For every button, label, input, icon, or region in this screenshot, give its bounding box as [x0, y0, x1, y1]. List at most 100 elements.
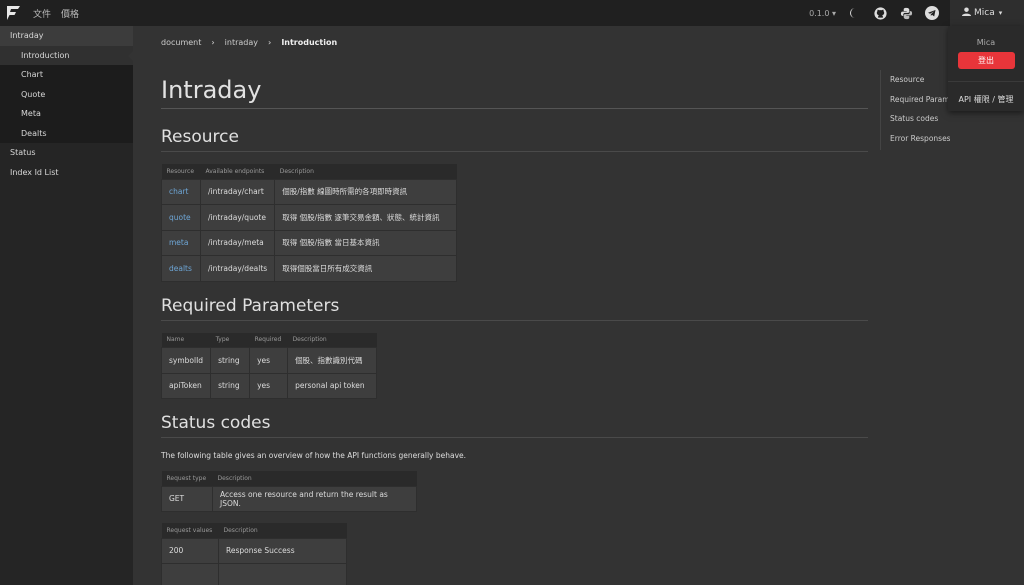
user-menu-toggle[interactable]: Mica ▾ [950, 0, 1024, 26]
column-header: Name [161, 332, 211, 348]
divider [161, 319, 868, 321]
column-header: Description [212, 471, 417, 486]
table-cell: /intraday/dealts [199, 255, 276, 282]
breadcrumb: document › intraday › Introduction [161, 37, 337, 47]
section-resource-heading: Resource [161, 127, 239, 147]
breadcrumb-intraday[interactable]: intraday [225, 38, 258, 47]
table-cell: Response Success [218, 537, 347, 564]
column-header: Request values [161, 523, 219, 538]
top-navbar: 文件 價格 0.1.0 ▾ Mica ▾ [0, 0, 1024, 26]
logo-icon[interactable] [5, 4, 23, 22]
breadcrumb-current: Introduction [281, 37, 338, 47]
toc-item-resource[interactable]: Resource [881, 70, 950, 90]
table-cell [218, 563, 347, 585]
toc-item-error-responses[interactable]: Error Responses [881, 129, 950, 149]
nav-link-pricing[interactable]: 價格 [61, 7, 79, 20]
sidebar-item-introduction[interactable]: Introduction [0, 45, 133, 65]
request-values-table: Request values Description 200 Response … [161, 523, 347, 585]
user-icon [962, 7, 971, 19]
chevron-right-icon: › [268, 37, 272, 47]
dropdown-user-name: Mica [976, 38, 996, 47]
table-cell: 取得 個股/指數 逐筆交易金額、狀態、統計資訊 [274, 204, 458, 231]
table-cell: apiToken [160, 372, 212, 399]
sidebar-submenu: Introduction Chart Quote Meta Dealts [0, 45, 133, 144]
table-cell: /intraday/meta [199, 229, 276, 256]
table-cell: /intraday/chart [199, 178, 276, 205]
table-cell: GET [161, 485, 213, 512]
sidebar-item-status[interactable]: Status [0, 143, 133, 163]
divider [948, 81, 1024, 82]
sidebar-item-quote[interactable]: Quote [0, 85, 133, 105]
table-cell: symbolId [160, 347, 212, 374]
column-header: Required [249, 332, 288, 348]
sidebar: Intraday Introduction Chart Quote Meta D… [0, 26, 133, 585]
params-table: Name Type Required Description symbolId … [160, 332, 378, 400]
breadcrumb-document[interactable]: document [161, 38, 201, 47]
table-cell: yes [249, 372, 289, 399]
column-header: Description [287, 332, 377, 348]
user-name: Mica [974, 8, 995, 18]
resource-link-meta[interactable]: meta [161, 229, 201, 256]
github-icon[interactable] [872, 5, 888, 21]
section-status-heading: Status codes [161, 413, 271, 433]
sidebar-item-meta[interactable]: Meta [0, 104, 133, 124]
resource-link-dealts[interactable]: dealts [161, 255, 201, 282]
table-cell: 取得個股當日所有成交資訊 [274, 255, 458, 282]
resource-link-quote[interactable]: quote [161, 204, 201, 231]
divider [161, 151, 868, 152]
table-cell: yes [249, 347, 289, 374]
table-cell: 取得 個股/指數 當日基本資訊 [274, 229, 458, 256]
python-icon[interactable] [898, 5, 914, 21]
toc-item-required-parameters[interactable]: Required Parameters [881, 90, 950, 110]
toc-item-status-codes[interactable]: Status codes [881, 109, 950, 129]
logout-button[interactable]: 登出 [957, 52, 1015, 69]
table-row: chart /intraday/chart 個股/指數 線圖時所需的各項即時資訊 [161, 178, 458, 205]
request-type-table: Request type Description GET Access one … [161, 471, 417, 512]
table-row: 200 Response Success [161, 537, 347, 564]
table-cell: string [210, 372, 251, 399]
column-header: Resource [161, 164, 201, 179]
version-label: 0.1.0 [809, 8, 830, 18]
nav-link-docs[interactable]: 文件 [33, 7, 51, 20]
status-intro-text: The following table gives an overview of… [161, 451, 467, 460]
divider [161, 437, 868, 438]
sidebar-item-index-id-list[interactable]: Index Id List [0, 163, 133, 183]
chevron-right-icon: › [211, 37, 215, 47]
resource-link-chart[interactable]: chart [161, 178, 201, 205]
table-row: GET Access one resource and return the r… [161, 485, 417, 512]
page-title: Intraday [161, 76, 262, 104]
table-of-contents: Resource Required Parameters Status code… [880, 70, 950, 150]
user-dropdown-menu: Mica 登出 API 權限 / 管理 [948, 26, 1024, 111]
section-params-heading: Required Parameters [161, 295, 340, 316]
column-header: Description [274, 164, 457, 179]
sidebar-item-dealts[interactable]: Dealts [0, 124, 133, 144]
sidebar-item-chart[interactable]: Chart [0, 65, 133, 85]
main-content: Intraday Resource Resource Available end… [160, 70, 868, 585]
column-header: Request type [161, 471, 213, 486]
table-cell: personal api token [287, 372, 378, 399]
version-dropdown[interactable]: 0.1.0 ▾ [809, 9, 836, 18]
table-cell: 200 [161, 537, 219, 564]
table-row: dealts /intraday/dealts 取得個股當日所有成交資訊 [161, 255, 458, 282]
table-row: meta /intraday/meta 取得 個股/指數 當日基本資訊 [161, 229, 458, 256]
column-header: Description [218, 523, 347, 538]
column-header: Available endpoints [200, 164, 275, 179]
moon-icon[interactable] [846, 5, 862, 21]
table-cell: Access one resource and return the resul… [212, 485, 417, 512]
table-row: apiToken string yes personal api token [160, 372, 378, 399]
table-cell: 個股/指數 線圖時所需的各項即時資訊 [274, 178, 458, 205]
column-header: Type [210, 332, 250, 348]
caret-down-icon: ▾ [998, 9, 1003, 17]
table-row: symbolId string yes 個股、指數識別代碼 [160, 347, 378, 374]
table-cell: 個股、指數識別代碼 [287, 347, 378, 374]
divider [161, 108, 868, 109]
telegram-icon[interactable] [924, 5, 940, 21]
table-cell: /intraday/quote [199, 204, 276, 231]
table-cell [161, 563, 219, 585]
table-row [161, 563, 347, 585]
table-cell: string [210, 347, 251, 374]
sidebar-item-intraday[interactable]: Intraday [0, 26, 133, 46]
resource-table: Resource Available endpoints Description… [161, 164, 458, 282]
table-row: quote /intraday/quote 取得 個股/指數 逐筆交易金額、狀態… [161, 204, 458, 231]
api-management-link[interactable]: API 權限 / 管理 [948, 94, 1024, 105]
